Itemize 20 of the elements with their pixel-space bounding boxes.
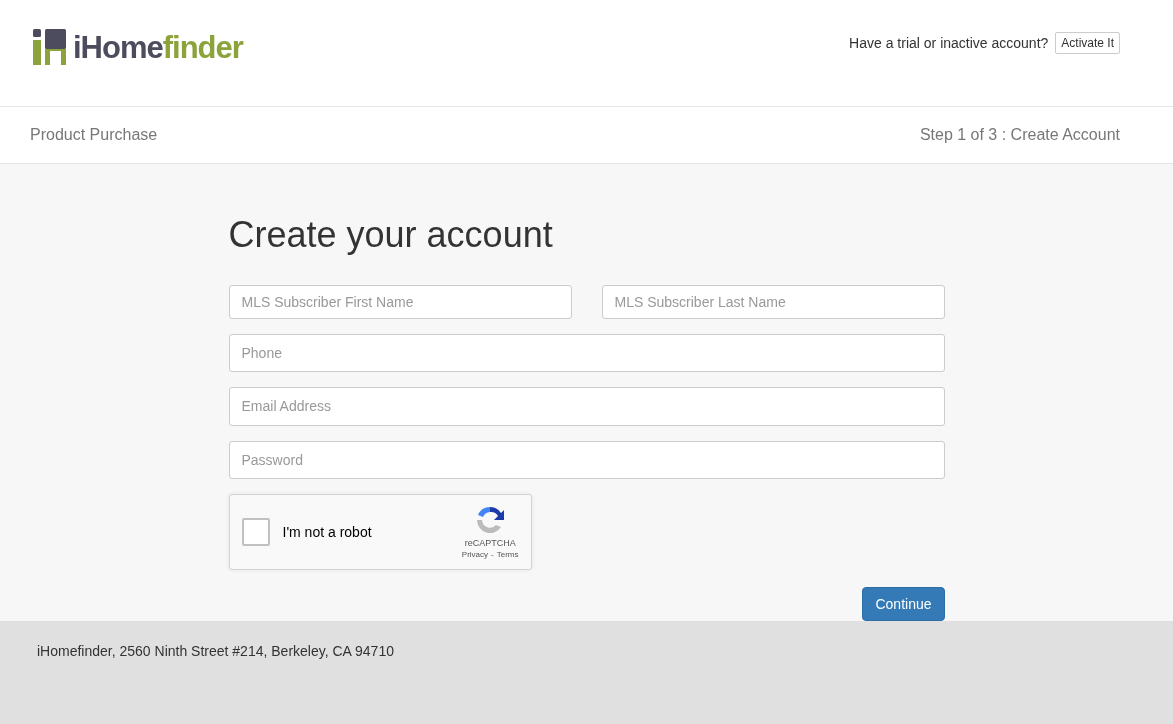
- link-separator: -: [491, 550, 494, 560]
- trial-prompt: Have a trial or inactive account?: [849, 35, 1049, 51]
- logo-wordmark: iHomefinder: [73, 31, 243, 63]
- captcha-label: I'm not a robot: [282, 524, 373, 540]
- name-field[interactable]: MLS Subscriber Last Name: [601, 285, 945, 319]
- step-indicator: Step 1 of 3 : Create Account: [919, 126, 1120, 144]
- continue-button[interactable]: Continue: [862, 587, 945, 621]
- privacy-link[interactable]: Privacy: [461, 550, 489, 560]
- recaptcha-brand: reCAPTCHA: [464, 538, 516, 549]
- input-field[interactable]: Phone: [228, 334, 945, 373]
- page-title: Product Purchase: [30, 126, 158, 144]
- captcha-checkbox[interactable]: [241, 518, 270, 546]
- input-field[interactable]: Email Address: [228, 387, 945, 426]
- footer-address: iHomefinder, 2560 Ninth Street #214, Berkeley, CA 94710: [37, 643, 394, 659]
- form-heading: Create your account: [228, 214, 554, 256]
- input-field[interactable]: Password: [228, 440, 945, 479]
- terms-link[interactable]: Terms: [496, 550, 519, 560]
- name-field[interactable]: MLS Subscriber First Name: [228, 285, 572, 319]
- activate-button[interactable]: Activate It: [1055, 32, 1120, 54]
- logo-icon: [33, 29, 67, 65]
